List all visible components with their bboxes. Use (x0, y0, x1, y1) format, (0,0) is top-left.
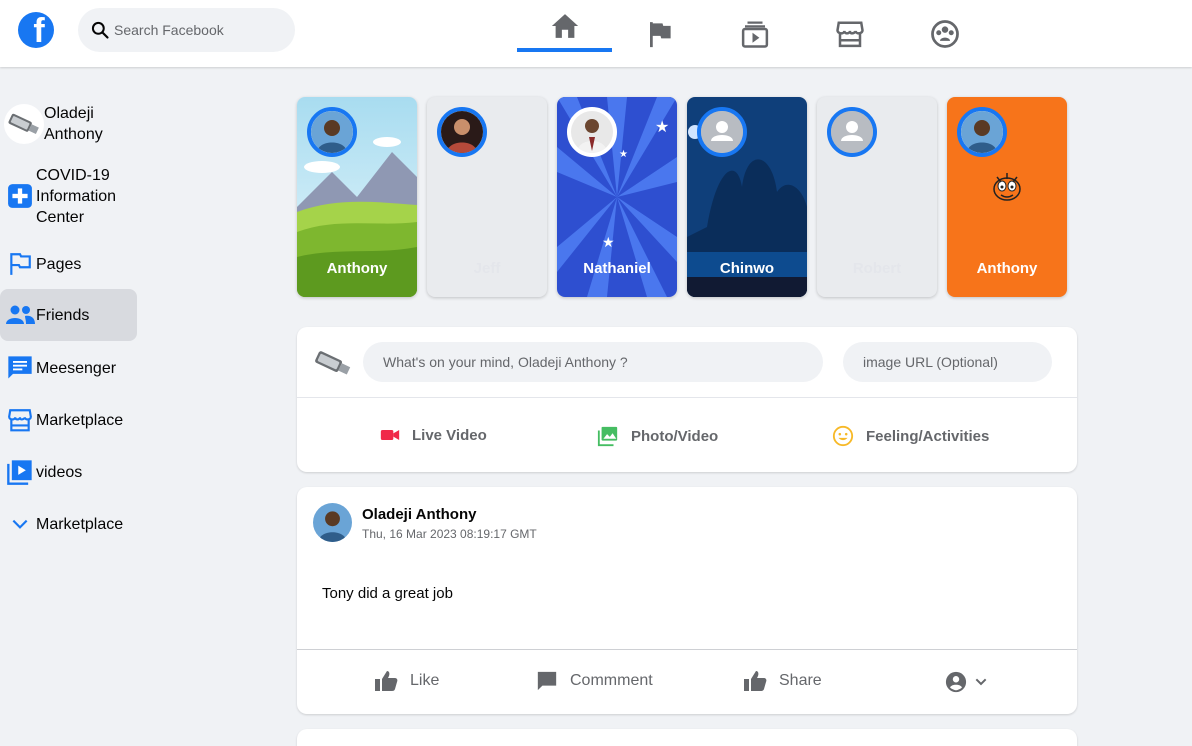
image-url-placeholder: image URL (Optional) (863, 354, 998, 370)
video-icon (5, 458, 35, 486)
live-video-button[interactable]: Live Video (380, 425, 487, 445)
friends-icon (5, 303, 35, 327)
status-placeholder: What's on your mind, Oladeji Anthony ? (383, 354, 628, 370)
sidebar-item-label: Meesenger (36, 359, 117, 377)
svg-text:★: ★ (602, 235, 615, 251)
profile-avatar (4, 104, 44, 144)
marketplace-icon (835, 21, 864, 47)
post-timestamp: Thu, 16 Mar 2023 08:19:17 GMT (362, 527, 537, 541)
divider (297, 649, 1077, 650)
story-card[interactable]: Chinwo (687, 97, 807, 297)
post-author-name[interactable]: Oladeji Anthony (362, 506, 476, 523)
photo-icon (597, 426, 618, 447)
watch-icon (741, 21, 768, 48)
feeling-activities-button[interactable]: Feeling/Activities (832, 425, 989, 447)
tab-marketplace[interactable] (802, 0, 897, 67)
sidebar-item-profile[interactable]: Oladeji Anthony (0, 102, 137, 146)
sidebar-item-label: Marketplace (36, 411, 124, 429)
story-card[interactable]: Jeff (427, 97, 547, 297)
sidebar-item-label: Pages (36, 255, 82, 273)
story-card[interactable]: ★ ★ ★ Nathaniel (557, 97, 677, 297)
story-name: Robert (852, 260, 902, 277)
like-button[interactable]: Like (374, 670, 439, 692)
video-camera-icon (380, 430, 400, 440)
story-name: Anthony (326, 260, 388, 277)
story-name: Jeff (473, 260, 501, 277)
post-text: Tony did a great job (322, 585, 453, 602)
sidebar-item-messenger[interactable]: Meesenger (0, 352, 137, 384)
story-name: Chinwo (719, 260, 775, 277)
story-avatar (437, 107, 487, 157)
photo-video-button[interactable]: Photo/Video (597, 425, 718, 447)
story-avatar (567, 107, 617, 157)
share-button[interactable]: Share (743, 670, 822, 692)
facebook-logo[interactable]: f (18, 12, 54, 48)
svg-text:★: ★ (619, 149, 628, 160)
story-card[interactable]: Robert (817, 97, 937, 297)
store-icon (5, 407, 35, 433)
search-input[interactable] (114, 22, 284, 38)
sidebar-item-videos[interactable]: videos (0, 456, 137, 488)
story-avatar (697, 107, 747, 157)
sidebar-item-label: Marketplace (36, 515, 124, 533)
story-card[interactable]: Anthony (947, 97, 1067, 297)
smiley-icon (832, 425, 854, 447)
thumbs-up-icon (375, 671, 398, 691)
sidebar-item-label: videos (36, 463, 83, 481)
tab-watch[interactable] (707, 0, 802, 67)
divider (297, 397, 1077, 398)
top-navbar: f (0, 0, 1192, 67)
sidebar-item-label: Friends (36, 306, 90, 324)
story-avatar (827, 107, 877, 157)
tab-groups[interactable] (897, 0, 992, 67)
sidebar-item-label: Oladeji Anthony (44, 105, 103, 143)
next-post-card (297, 729, 1077, 746)
composer-avatar (311, 341, 355, 385)
story-avatar (957, 107, 1007, 157)
story-avatar (307, 107, 357, 157)
comment-icon (537, 671, 557, 691)
post-author-avatar[interactable] (313, 503, 352, 542)
audience-selector[interactable] (945, 671, 1001, 693)
story-name: Nathaniel (583, 260, 651, 277)
story-card[interactable]: Anthony (297, 97, 417, 297)
account-circle-icon (945, 671, 967, 693)
tab-pages[interactable] (612, 0, 707, 67)
story-name: Anthony (976, 260, 1038, 277)
message-icon (5, 354, 35, 382)
search-bar[interactable] (78, 8, 295, 52)
cartoon-face-icon (993, 173, 1021, 201)
svg-text:★: ★ (655, 117, 669, 136)
chevron-down-icon (5, 514, 35, 534)
post-composer: What's on your mind, Oladeji Anthony ? i… (297, 327, 1077, 472)
medical-plus-icon (6, 183, 34, 209)
image-url-input[interactable]: image URL (Optional) (843, 342, 1052, 382)
tab-home[interactable] (517, 0, 612, 52)
sidebar-item-more[interactable]: Marketplace (0, 508, 137, 540)
home-icon (551, 14, 578, 38)
comment-button[interactable]: Commment (536, 670, 653, 692)
sidebar-item-pages[interactable]: Pages (0, 248, 137, 280)
chevron-down-icon (975, 678, 987, 686)
flag-icon (5, 251, 35, 277)
search-icon (91, 21, 109, 39)
post-card: Oladeji Anthony Thu, 16 Mar 2023 08:19:1… (297, 487, 1077, 714)
groups-icon (930, 19, 959, 48)
sidebar-item-covid[interactable]: COVID-19 Information Center (0, 164, 137, 228)
sidebar-item-marketplace[interactable]: Marketplace (0, 404, 137, 436)
sidebar-item-friends[interactable]: Friends (0, 289, 137, 341)
flag-icon (649, 21, 671, 47)
status-input[interactable]: What's on your mind, Oladeji Anthony ? (363, 342, 823, 382)
share-icon (744, 671, 767, 691)
sidebar-item-label: COVID-19 Information Center (36, 166, 117, 226)
